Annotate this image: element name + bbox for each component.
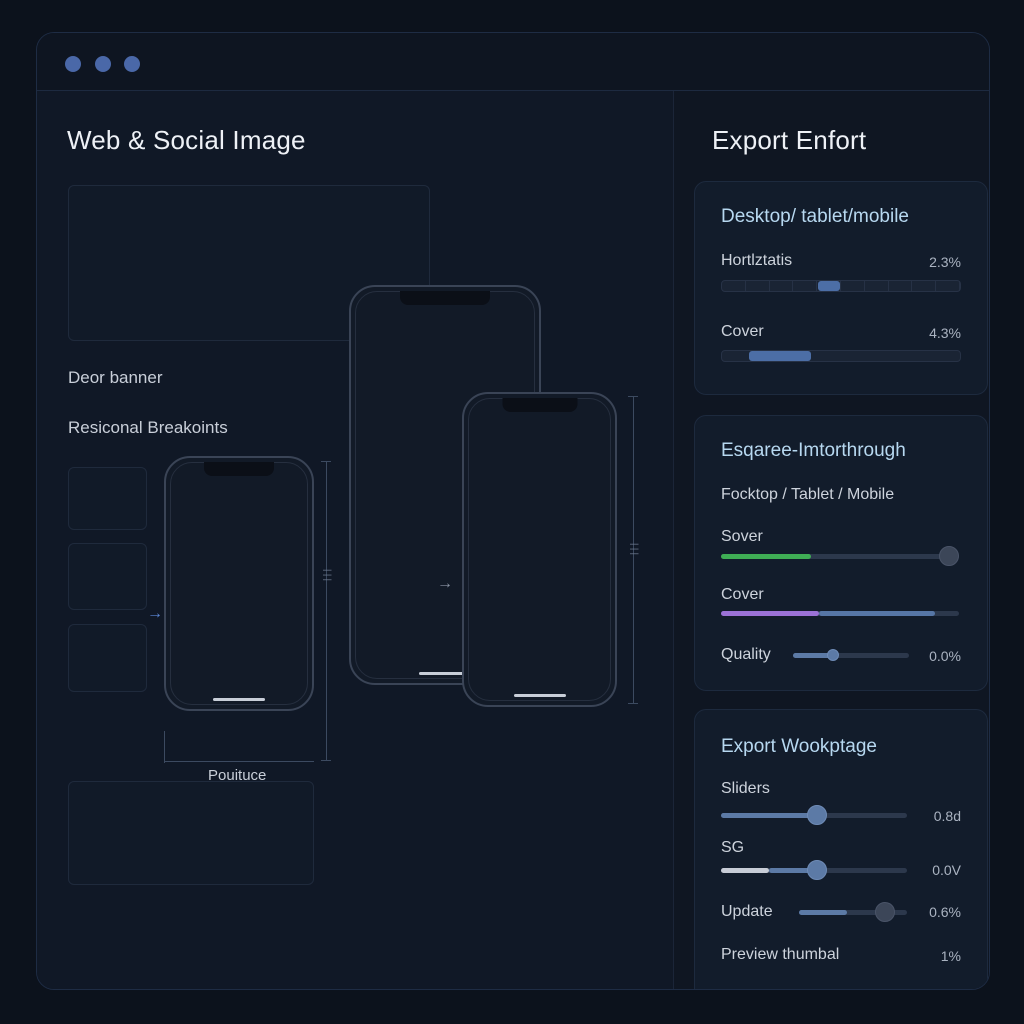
phone-notch xyxy=(204,462,274,476)
cover-label: Cover xyxy=(721,323,764,340)
app-window: Web & Social Image Deor banner Resiconal… xyxy=(36,32,990,990)
horizontals-fill xyxy=(818,281,840,291)
sover-slider[interactable] xyxy=(721,546,959,566)
height-guide xyxy=(326,461,327,761)
card-title: Export Wookptage xyxy=(721,736,877,757)
measure-mark-icon: | | | xyxy=(630,543,640,556)
sliders-label: Sliders xyxy=(721,780,770,797)
quality-value: 0.0% xyxy=(929,648,961,664)
update-label: Update xyxy=(721,903,773,920)
breakpoint-thumb[interactable] xyxy=(68,543,147,610)
slider-knob[interactable] xyxy=(807,860,827,880)
export-card: Export Wookptage Sliders 0.8d SG 0.0V Up… xyxy=(694,709,988,989)
slider-knob[interactable] xyxy=(875,902,895,922)
quality-slider[interactable] xyxy=(793,649,909,661)
card-title: Desktop/ tablet/mobile xyxy=(721,206,909,227)
breakpoint-card: Desktop/ tablet/mobile Hortlztatis 2.3% … xyxy=(694,181,988,395)
quality-label: Quality xyxy=(721,646,771,663)
sg-slider[interactable] xyxy=(721,860,907,880)
phone-caption: Pouituce xyxy=(208,767,267,784)
phone-notch xyxy=(502,398,577,412)
update-value: 0.6% xyxy=(929,904,961,920)
decor-banner-label: Deor banner xyxy=(68,368,163,387)
arrow-right-icon: → xyxy=(147,605,163,622)
sliders-slider[interactable] xyxy=(721,805,907,825)
preview-pane: Web & Social Image Deor banner Resiconal… xyxy=(37,91,673,989)
sliders-value: 0.8d xyxy=(933,808,961,824)
width-guide xyxy=(164,761,314,762)
sg-value: 0.0V xyxy=(932,862,961,878)
horizontals-value: 2.3% xyxy=(929,254,961,270)
export-title: Export Enfort xyxy=(712,125,867,155)
update-slider[interactable] xyxy=(799,902,907,922)
device-subtitle: Focktop / Tablet / Mobile xyxy=(721,486,895,503)
horizontals-label: Hortlztatis xyxy=(721,252,793,269)
slider-knob[interactable] xyxy=(827,649,839,661)
cover-fill xyxy=(749,351,811,361)
window-close-dot[interactable] xyxy=(65,56,81,72)
export-panel: Export Enfort Desktop/ tablet/mobile Hor… xyxy=(674,91,989,989)
breakpoints-label: Resiconal Breakoints xyxy=(68,418,228,437)
measure-mark-icon: | | | xyxy=(323,569,333,582)
cover-slider[interactable] xyxy=(721,611,959,616)
window-minimize-dot[interactable] xyxy=(95,56,111,72)
horizontals-bar[interactable] xyxy=(721,280,961,292)
phone-home-indicator xyxy=(513,694,566,697)
phone-notch xyxy=(400,291,490,305)
cover-bar[interactable] xyxy=(721,350,961,362)
slider-knob[interactable] xyxy=(939,546,959,566)
sg-label: SG xyxy=(721,839,745,856)
phone-preview-small[interactable] xyxy=(164,456,314,711)
through-card: Esqaree-Imtorthrough Focktop / Tablet / … xyxy=(694,415,988,691)
arrow-right-icon: → xyxy=(437,575,453,592)
slider-knob[interactable] xyxy=(807,805,827,825)
cover-label: Cover xyxy=(721,586,764,603)
sover-label: Sover xyxy=(721,528,763,545)
title-bar xyxy=(37,33,989,91)
window-maximize-dot[interactable] xyxy=(124,56,140,72)
card-title: Esqaree-Imtorthrough xyxy=(721,440,906,461)
breakpoint-thumb[interactable] xyxy=(68,467,147,530)
footer-placeholder[interactable] xyxy=(68,781,314,885)
phone-preview-medium[interactable] xyxy=(462,392,617,707)
preview-thumbnail-value: 1% xyxy=(940,948,961,964)
preview-thumbnail-label: Preview thumbal xyxy=(721,946,840,963)
breakpoint-thumb[interactable] xyxy=(68,624,147,692)
phone-home-indicator xyxy=(213,698,265,701)
page-title: Web & Social Image xyxy=(67,125,306,155)
cover-value: 4.3% xyxy=(929,325,961,341)
